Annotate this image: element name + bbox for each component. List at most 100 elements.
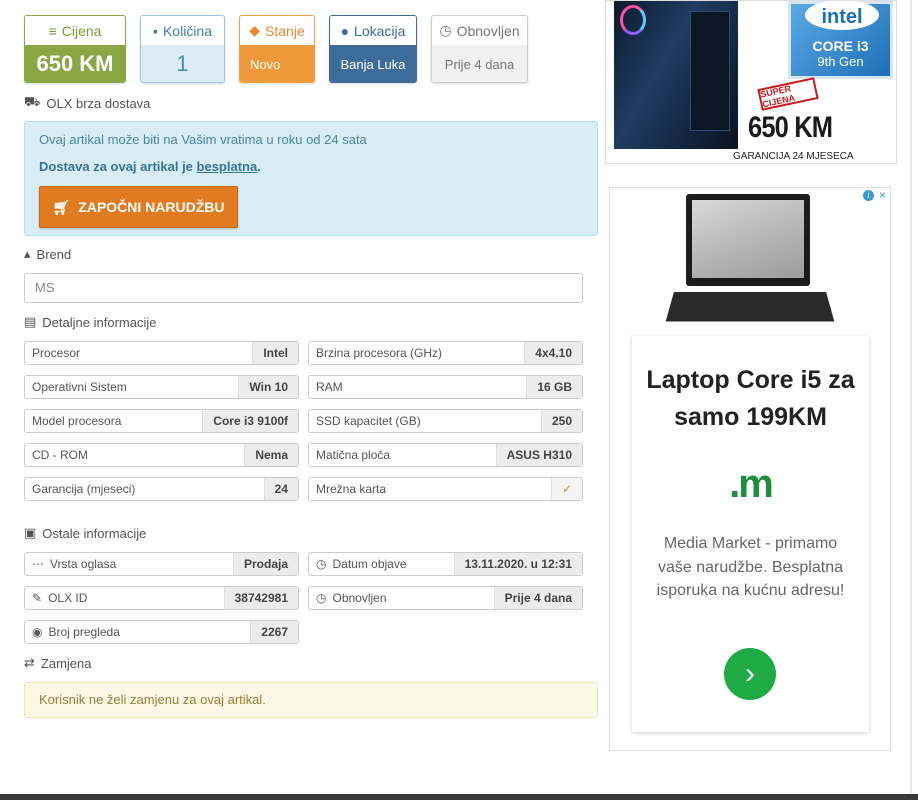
condition-value: Novo	[240, 45, 314, 82]
info-row: ◷ Obnovljen Prije 4 dana	[308, 586, 583, 610]
details-section-title: ▤ Detaljne informacije	[24, 314, 156, 330]
delivery-info: Ovaj artikal može biti na Vašim vratima …	[39, 132, 367, 147]
detail-row: Mrežna karta ✓	[308, 477, 583, 501]
info-value: Prodaja	[232, 553, 298, 575]
info-row: ⋯ Vrsta oglasa Prodaja	[24, 552, 299, 576]
free-delivery-link[interactable]: besplatna	[197, 159, 258, 174]
exchange-note: Korisnik ne želi zamjenu za ovaj artikal…	[24, 682, 598, 718]
delivery-free-prefix: Dostava za ovaj artikal je	[39, 159, 197, 174]
delivery-free-suffix: .	[257, 159, 261, 174]
ad-description: Media Market - primamo vaše narudžbe. Be…	[656, 535, 845, 599]
details-title: Detaljne informacije	[42, 314, 157, 330]
info-value: 2267	[250, 621, 298, 643]
detail-key: CD - ROM	[32, 448, 88, 462]
info-row: ✎ OLX ID 38742981	[24, 586, 299, 610]
price-icon: ≡	[48, 22, 57, 39]
ad-choices[interactable]: i ×	[863, 189, 888, 201]
detail-key: Model procesora	[32, 414, 122, 428]
info-row: ◷ Datum objave 13.11.2020. u 12:31	[308, 552, 583, 576]
updated-value: Prije 4 dana	[432, 45, 527, 82]
clock-icon: ◷	[316, 557, 327, 571]
media-market-logo: .m	[729, 462, 774, 506]
info-icon[interactable]: i	[863, 190, 874, 201]
detail-row: Model procesora Core i3 9100f	[24, 409, 299, 433]
cart-icon: 🛒︎	[52, 198, 71, 215]
detail-key: Procesor	[32, 346, 81, 360]
detail-key: Brzina procesora (GHz)	[316, 346, 443, 360]
pc-ad-banner[interactable]: intel CORE i3 9th Gen SUPER CIJENA 650 K…	[605, 0, 897, 164]
list-icon: ▤	[24, 314, 37, 329]
brand-field: MS	[24, 273, 583, 303]
close-icon[interactable]: ×	[877, 189, 888, 201]
pc-case-image	[614, 1, 738, 149]
detail-value: 16 GB	[526, 376, 582, 398]
detail-value: Nema	[244, 444, 298, 466]
ad-warranty: GARANCIJA 24 MJESECA	[733, 151, 854, 162]
delivery-section-title: ⛟ OLX brza dostava	[24, 94, 150, 112]
price-box: ≡ Cijena 650 KM	[24, 15, 126, 83]
detail-key: RAM	[316, 380, 343, 394]
laptop-ad[interactable]: i × Laptop Core i5 za samo 199KM .m Medi…	[609, 187, 891, 751]
intel-gen: 9th Gen	[817, 54, 864, 69]
detail-value: Core i3 9100f	[202, 410, 298, 432]
updated-label: Obnovljen	[456, 22, 520, 39]
detail-row: RAM 16 GB	[308, 375, 583, 399]
exchange-section-title: ⇄ Zamjena	[24, 655, 91, 671]
detail-key: SSD kapacitet (GB)	[316, 414, 421, 428]
info-key-text: Broj pregleda	[48, 625, 120, 639]
info-key: ◷ Obnovljen	[309, 591, 387, 605]
dots-icon: ⋯	[32, 557, 44, 571]
info-row: ◉ Broj pregleda 2267	[24, 620, 299, 644]
condition-label: Stanje	[265, 22, 305, 39]
start-order-button[interactable]: 🛒︎ ZAPOČNI NARUDŽBU	[39, 186, 238, 228]
info-key-text: OLX ID	[48, 591, 88, 605]
info-key: ⋯ Vrsta oglasa	[25, 557, 116, 571]
detail-value: Win 10	[238, 376, 298, 398]
quantity-value: 1	[141, 45, 224, 82]
price-label: Cijena	[61, 22, 102, 39]
delivery-box: Ovaj artikal može biti na Vašim vratima …	[24, 121, 598, 236]
start-order-label: ZAPOČNI NARUDŽBU	[78, 199, 225, 215]
other-title: Ostale informacije	[42, 525, 147, 541]
detail-value: ASUS H310	[495, 444, 582, 466]
intel-logo: intel	[805, 1, 879, 30]
location-label: Lokacija	[354, 22, 406, 39]
mouse-icon: ▴	[24, 246, 31, 261]
detail-value: 4x4.10	[524, 342, 582, 364]
quantity-label: Količina	[162, 22, 212, 39]
detail-key: Matična ploča	[316, 448, 391, 462]
wrench-icon: ✎	[32, 591, 43, 605]
detail-row: SSD kapacitet (GB) 250	[308, 409, 583, 433]
ad-card[interactable]: Laptop Core i5 za samo 199KM .m Media Ma…	[632, 336, 869, 732]
ad-headline: Laptop Core i5 za samo 199KM	[646, 366, 855, 431]
detail-value: 24	[263, 478, 298, 500]
clock-icon: ◷	[316, 591, 327, 605]
detail-value: 250	[540, 410, 582, 432]
eye-icon: ◉	[32, 625, 43, 639]
ad-price: 650 KM	[748, 111, 833, 144]
info-key: ◷ Datum objave	[309, 557, 407, 571]
info-value: 13.11.2020. u 12:31	[453, 553, 582, 575]
info-key-text: Obnovljen	[332, 591, 387, 605]
chevron-right-icon[interactable]: ›	[724, 648, 776, 700]
laptop-glass	[692, 200, 804, 278]
check-icon: ✓	[550, 478, 582, 500]
location-box: ● Lokacija Banja Luka	[329, 15, 417, 83]
intel-core: CORE i3	[812, 38, 869, 54]
brand-title: Brend	[36, 246, 72, 262]
brand-section-title: ▴ Brend	[24, 246, 71, 262]
info-key: ◉ Broj pregleda	[25, 625, 120, 639]
swap-icon: ⇄	[24, 655, 35, 670]
delivery-title: OLX brza dostava	[46, 95, 151, 111]
delivery-free-note: Dostava za ovaj artikal je besplatna.	[39, 159, 261, 174]
detail-row: Garancija (mjeseci) 24	[24, 477, 299, 501]
condition-box: ◆ Stanje Novo	[239, 15, 315, 83]
detail-key: Mrežna karta	[316, 482, 387, 496]
box-icon: ▪	[153, 22, 158, 39]
case-panel	[690, 11, 730, 131]
detail-key: Operativni Sistem	[32, 380, 127, 394]
info-value: Prije 4 dana	[493, 587, 582, 609]
truck-icon: ⛟	[24, 94, 41, 109]
detail-value: Intel	[252, 342, 298, 364]
intel-badge: intel CORE i3 9th Gen	[788, 1, 893, 79]
